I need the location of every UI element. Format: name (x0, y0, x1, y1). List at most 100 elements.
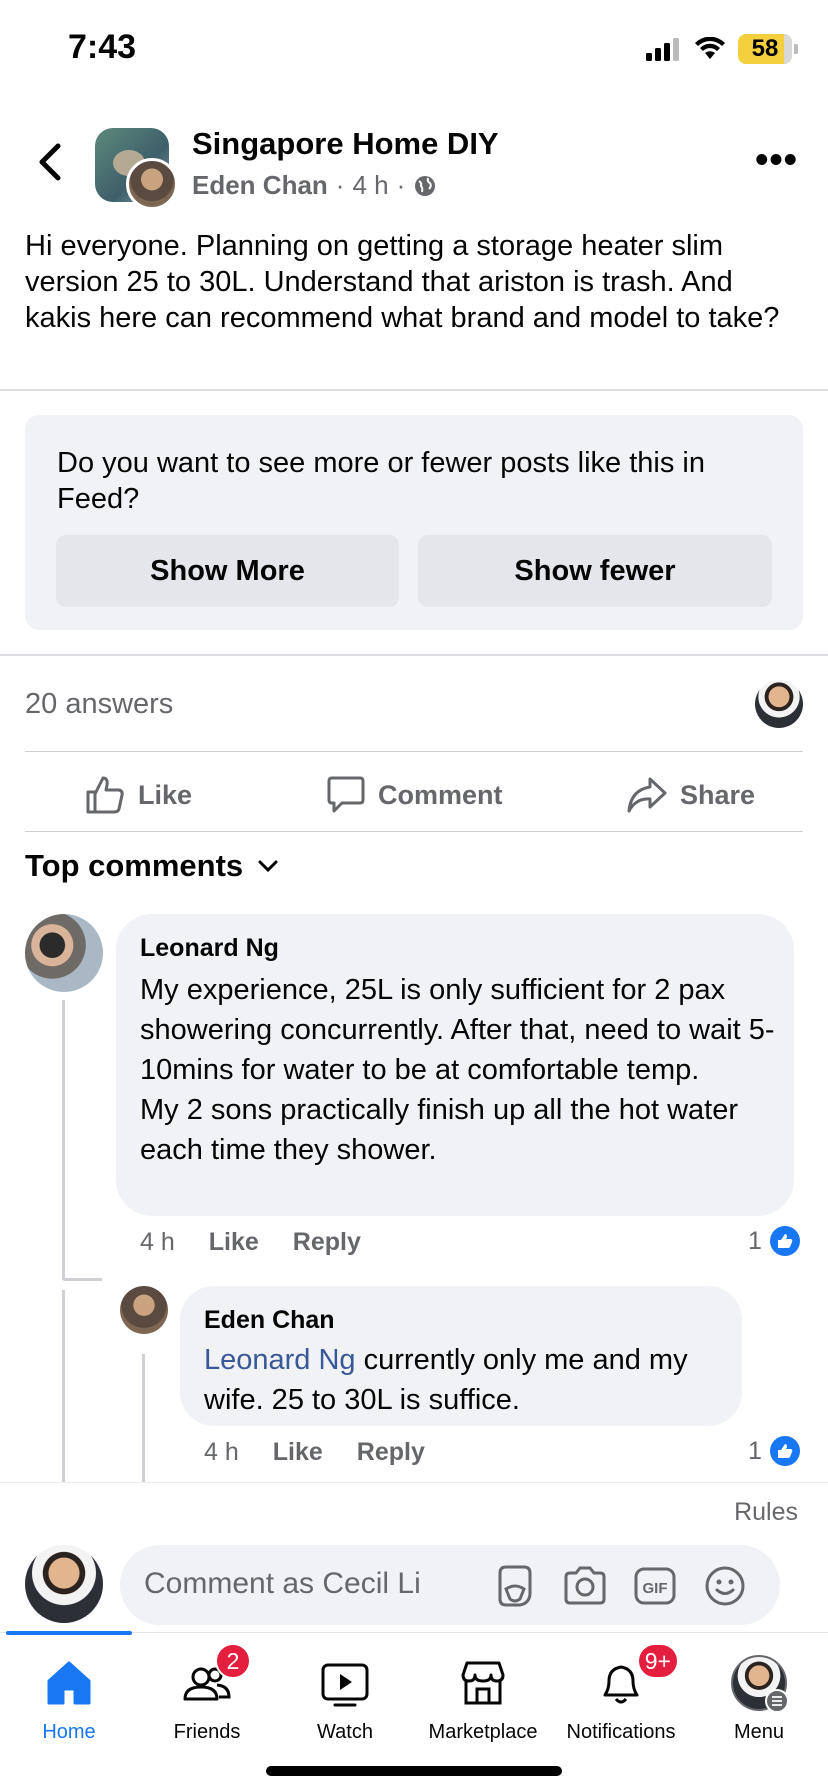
friends-badge: 2 (215, 1643, 251, 1679)
more-options-icon[interactable]: ••• (755, 141, 798, 179)
tab-label: Friends (173, 1721, 241, 1743)
comment-button[interactable]: Comment (326, 760, 503, 830)
divider (25, 751, 803, 752)
divider (0, 389, 828, 391)
tab-home[interactable]: Home (0, 1655, 138, 1755)
avatar-sticker-icon[interactable] (492, 1563, 538, 1609)
comment-text: My 2 sons practically finish up all the … (140, 1094, 738, 1166)
camera-icon[interactable] (562, 1563, 608, 1609)
marketplace-icon (461, 1661, 505, 1705)
reaction-count: 1 (748, 1436, 762, 1465)
group-name[interactable]: Singapore Home DIY (192, 126, 499, 162)
gif-icon[interactable]: GIF (632, 1563, 678, 1609)
battery-level: 58 (751, 35, 779, 62)
tab-notifications[interactable]: 9+ Notifications (552, 1643, 690, 1755)
comment-reply-button[interactable]: Reply (293, 1228, 361, 1257)
post-actions: Like Comment Share (0, 760, 828, 830)
comment-placeholder: Comment as Cecil Li (144, 1567, 421, 1600)
battery-icon: 58 (738, 34, 798, 64)
show-fewer-button[interactable]: Show fewer (418, 535, 772, 607)
comment-like-button[interactable]: Like (209, 1228, 259, 1257)
tab-label: Watch (317, 1721, 373, 1743)
divider (25, 831, 803, 832)
like-reaction-icon (769, 1226, 800, 1256)
status-time: 7:43 (68, 28, 137, 66)
menu-lines-icon (765, 1689, 789, 1713)
reply-reactions[interactable]: 1 (748, 1436, 800, 1466)
watch-icon (321, 1663, 369, 1707)
tab-watch[interactable]: Watch (276, 1655, 414, 1755)
tab-label: Menu (733, 1721, 785, 1743)
comment-label: Comment (378, 779, 503, 810)
reply-like-button[interactable]: Like (273, 1438, 323, 1467)
tab-friends[interactable]: 2 Friends (138, 1643, 276, 1755)
tab-menu[interactable]: Menu (690, 1655, 828, 1755)
reply-bubble: Eden Chan Leonard Ng currently only me a… (180, 1286, 742, 1426)
mention-link[interactable]: Leonard Ng (204, 1344, 356, 1376)
reply-author-name[interactable]: Eden Chan (204, 1306, 335, 1335)
comments-sort-dropdown[interactable]: Top comments (25, 848, 279, 884)
status-bar: 7:43 58 (0, 0, 828, 100)
reply-avatar[interactable] (120, 1286, 168, 1334)
bell-icon: 9+ (593, 1643, 679, 1711)
reply-text: Leonard Ng currently only me and my wife… (204, 1340, 724, 1420)
signal-icon (646, 38, 679, 61)
emoji-icon[interactable] (702, 1563, 748, 1609)
share-label: Share (680, 779, 756, 810)
comment-bubble: Leonard Ng My experience, 25L is only su… (116, 914, 794, 1216)
tab-label: Notifications (566, 1721, 676, 1743)
svg-text:GIF: GIF (643, 1580, 668, 1597)
post-author[interactable]: Eden Chan (192, 170, 328, 201)
author-avatar[interactable] (126, 158, 178, 210)
thread-line (62, 1000, 65, 1280)
thumbs-up-icon (86, 776, 124, 814)
rules-link[interactable]: Rules (734, 1498, 798, 1527)
tab-marketplace[interactable]: Marketplace (414, 1655, 552, 1755)
post-time: 4 h (352, 170, 389, 200)
back-arrow-icon[interactable] (30, 140, 70, 184)
home-icon (47, 1661, 91, 1705)
thread-line (62, 1278, 102, 1281)
feedback-question: Do you want to see more or fewer posts l… (57, 447, 705, 515)
wifi-icon (695, 37, 725, 59)
reply-reply-button[interactable]: Reply (357, 1438, 425, 1467)
answers-count[interactable]: 20 answers (25, 688, 173, 721)
comments-sort-label: Top comments (25, 848, 244, 883)
home-indicator (266, 1766, 562, 1776)
comment-footer: 4 h Like Reply (140, 1228, 361, 1257)
reaction-count: 1 (748, 1226, 762, 1255)
chevron-down-icon (258, 860, 278, 873)
friends-icon: 2 (179, 1643, 251, 1711)
comment-icon (327, 776, 365, 813)
comment-input[interactable]: Comment as Cecil Li GIF (120, 1545, 780, 1625)
commenter-name[interactable]: Leonard Ng (140, 934, 279, 963)
reply-footer: 4 h Like Reply (204, 1438, 425, 1467)
meta-dot: · (396, 170, 406, 200)
comment-reactions[interactable]: 1 (748, 1226, 800, 1256)
meta-dot: · (335, 170, 345, 200)
post-meta: Eden Chan · 4 h · (192, 170, 437, 201)
show-more-button[interactable]: Show More (56, 535, 399, 607)
divider (0, 654, 828, 656)
viewer-avatar[interactable] (755, 680, 803, 728)
my-avatar (25, 1545, 103, 1623)
feed-feedback-card: Do you want to see more or fewer posts l… (25, 415, 803, 630)
comment-time: 4 h (140, 1228, 175, 1256)
share-button[interactable]: Share (626, 760, 755, 830)
like-button[interactable]: Like (84, 760, 192, 830)
post-header: Singapore Home DIY Eden Chan · 4 h · ••• (0, 120, 828, 220)
active-tab-indicator (6, 1631, 132, 1635)
reply-time: 4 h (204, 1438, 239, 1466)
share-icon (627, 777, 667, 813)
thread-line (62, 1290, 65, 1482)
notifications-badge: 9+ (636, 1643, 679, 1679)
tab-label: Marketplace (428, 1721, 538, 1743)
globe-icon (415, 175, 436, 196)
thread-line (142, 1354, 145, 1482)
commenter-avatar[interactable] (25, 914, 103, 992)
comment-text: My experience, 25L is only sufficient fo… (140, 974, 775, 1086)
like-reaction-icon (769, 1436, 800, 1466)
like-label: Like (138, 779, 193, 810)
post-text: Hi everyone. Planning on getting a stora… (25, 230, 780, 334)
status-icons: 58 (646, 34, 798, 64)
